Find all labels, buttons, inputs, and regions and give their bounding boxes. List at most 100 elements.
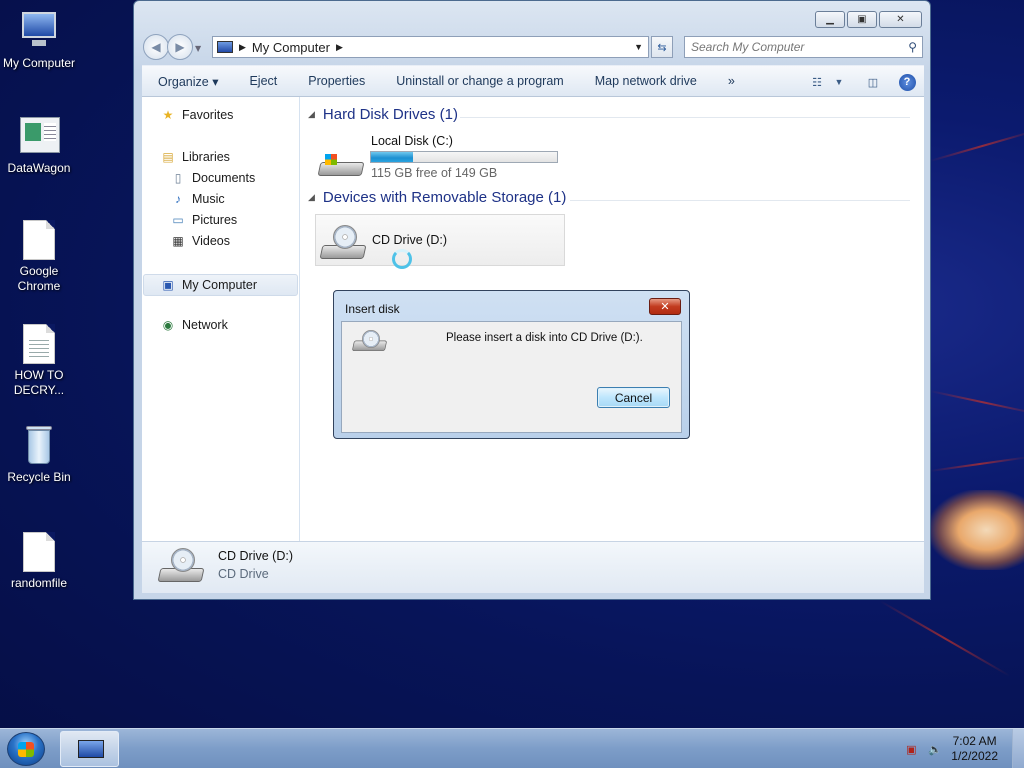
desktop-icon-label: Recycle Bin xyxy=(7,470,71,484)
maximize-button[interactable]: ▣ xyxy=(847,11,877,28)
group-header-hard-disk-drives[interactable]: ◢ Hard Disk Drives (1) xyxy=(308,106,458,123)
dialog-body: Please insert a disk into CD Drive (D:).… xyxy=(341,321,682,433)
desktop-icon-datawagon[interactable]: DataWagon xyxy=(2,115,76,176)
help-button[interactable]: ? xyxy=(898,73,916,91)
desktop-icon-google-chrome[interactable]: Google Chrome xyxy=(2,220,76,294)
clock[interactable]: 7:02 AM 1/2/2022 xyxy=(951,734,998,764)
computer-icon xyxy=(18,10,60,52)
properties-button[interactable]: Properties xyxy=(292,74,380,88)
group-header-label: Devices with Removable Storage (1) xyxy=(322,189,567,206)
star-icon: ★ xyxy=(162,108,174,122)
nav-item-label: Pictures xyxy=(192,213,238,227)
desktop-icon-how-to-decrypt[interactable]: HOW TO DECRY... xyxy=(2,324,76,398)
desktop-icon-label: My Computer xyxy=(2,56,76,70)
desktop-icon-recycle-bin[interactable]: Recycle Bin xyxy=(2,424,76,485)
nav-item-label: Libraries xyxy=(182,150,230,164)
desktop-icon-label: HOW TO DECRY... xyxy=(13,368,65,397)
window-controls: ▁ ▣ ✕ xyxy=(815,11,922,28)
start-button[interactable] xyxy=(7,732,45,766)
nav-item-videos[interactable]: ▦ Videos xyxy=(170,234,230,248)
collapse-triangle-icon[interactable]: ◢ xyxy=(308,109,315,120)
cancel-button[interactable]: Cancel xyxy=(597,387,670,408)
forward-button[interactable]: ▶ xyxy=(167,34,193,60)
volume-icon[interactable]: 🔈 xyxy=(927,741,943,757)
breadcrumb-chevron-icon[interactable]: ▶ xyxy=(239,42,246,53)
collapse-triangle-icon[interactable]: ◢ xyxy=(308,192,315,203)
wallpaper-streak xyxy=(929,456,1024,472)
forward-arrow-icon: ▶ xyxy=(175,40,185,54)
desktop-icon-randomfile[interactable]: randomfile xyxy=(2,532,76,591)
close-button[interactable]: ✕ xyxy=(879,11,922,28)
nav-item-music[interactable]: ♪ Music xyxy=(170,192,225,206)
details-pane: CD Drive (D:) CD Drive xyxy=(142,541,924,593)
navigation-buttons: ◀ ▶ ▼ xyxy=(143,34,201,60)
computer-icon xyxy=(78,740,104,758)
dialog-message: Please insert a disk into CD Drive (D:). xyxy=(446,332,643,344)
pictures-icon: ▭ xyxy=(172,213,184,227)
nav-item-label: Documents xyxy=(192,171,256,185)
address-dropdown-icon[interactable]: ▼ xyxy=(634,42,643,52)
preview-pane-icon[interactable]: ◫ xyxy=(864,74,882,90)
dialog-close-button[interactable]: ✕ xyxy=(649,298,681,315)
navigation-pane: ★ Favorites ▤ Libraries ▯ Documents ♪ Mu… xyxy=(142,97,300,541)
clock-date: 1/2/2022 xyxy=(951,749,998,763)
nav-item-pictures[interactable]: ▭ Pictures xyxy=(170,213,237,227)
cd-drive-icon xyxy=(319,225,367,259)
back-button[interactable]: ◀ xyxy=(143,34,169,60)
desktop-icon-my-computer[interactable]: My Computer xyxy=(2,10,76,71)
network-status-icon[interactable]: ▣ xyxy=(903,741,919,757)
change-view-icon[interactable]: ☷ xyxy=(808,74,826,90)
busy-spinner-icon xyxy=(392,249,412,269)
nav-item-favorites[interactable]: ★ Favorites xyxy=(160,108,234,122)
breadcrumb-chevron-icon[interactable]: ▶ xyxy=(336,42,343,53)
wallpaper-streak xyxy=(929,390,1024,415)
wallpaper-streak xyxy=(879,600,1011,677)
nav-item-network[interactable]: ◉ Network xyxy=(160,318,228,332)
nav-item-libraries[interactable]: ▤ Libraries xyxy=(160,150,230,164)
group-divider xyxy=(570,200,910,201)
network-icon: ◉ xyxy=(162,318,174,332)
nav-item-label: Favorites xyxy=(182,108,234,122)
music-icon: ♪ xyxy=(175,192,181,206)
drive-item-local-disk[interactable]: Local Disk (C:) 115 GB free of 149 GB xyxy=(315,131,575,181)
insert-disk-dialog: Insert disk ✕ Please insert a disk into … xyxy=(333,290,690,439)
search-input[interactable]: Search My Computer ⚲ xyxy=(684,36,923,58)
nav-item-label: Network xyxy=(182,318,228,332)
nav-item-my-computer[interactable]: ▣ My Computer xyxy=(143,274,298,296)
taskbar-app-explorer[interactable] xyxy=(60,731,119,767)
close-icon: ✕ xyxy=(896,14,905,25)
uninstall-program-button[interactable]: Uninstall or change a program xyxy=(380,74,578,88)
breadcrumb-location[interactable]: My Computer xyxy=(252,40,330,55)
taskbar: ▣ 🔈 7:02 AM 1/2/2022 xyxy=(0,728,1024,768)
address-bar[interactable]: ▶ My Computer ▶ ▼ xyxy=(212,36,649,58)
recycle-bin-icon xyxy=(18,424,60,466)
libraries-icon: ▤ xyxy=(162,150,174,164)
view-dropdown-icon[interactable]: ▼ xyxy=(830,74,848,90)
organize-menu[interactable]: Organize ▾ xyxy=(142,74,233,89)
text-file-icon xyxy=(23,324,55,364)
file-icon xyxy=(23,220,55,260)
details-name: CD Drive (D:) xyxy=(218,549,293,563)
nav-item-label: Music xyxy=(192,192,225,206)
drive-item-cd-drive[interactable]: CD Drive (D:) xyxy=(315,214,565,269)
group-divider xyxy=(460,117,910,118)
eject-button[interactable]: Eject xyxy=(233,74,292,88)
show-desktop-button[interactable] xyxy=(1012,729,1024,768)
nav-item-label: My Computer xyxy=(182,278,258,292)
refresh-button[interactable]: ⇆ xyxy=(651,36,673,58)
disk-usage-bar xyxy=(370,151,558,163)
videos-icon: ▦ xyxy=(172,234,184,248)
search-icon[interactable]: ⚲ xyxy=(908,40,917,54)
maximize-icon: ▣ xyxy=(857,14,867,25)
group-header-removable-storage[interactable]: ◢ Devices with Removable Storage (1) xyxy=(308,189,566,206)
recent-pages-dropdown[interactable]: ▼ xyxy=(195,44,201,60)
system-tray: ▣ 🔈 7:02 AM 1/2/2022 xyxy=(903,729,1024,768)
clock-time: 7:02 AM xyxy=(952,734,997,748)
close-icon: ✕ xyxy=(660,300,670,313)
drive-name: CD Drive (D:) xyxy=(372,233,447,247)
application-icon xyxy=(18,115,60,157)
nav-item-documents[interactable]: ▯ Documents xyxy=(170,171,256,185)
more-commands-button[interactable]: » xyxy=(712,74,750,88)
map-network-drive-button[interactable]: Map network drive xyxy=(579,74,712,88)
minimize-button[interactable]: ▁ xyxy=(815,11,845,28)
